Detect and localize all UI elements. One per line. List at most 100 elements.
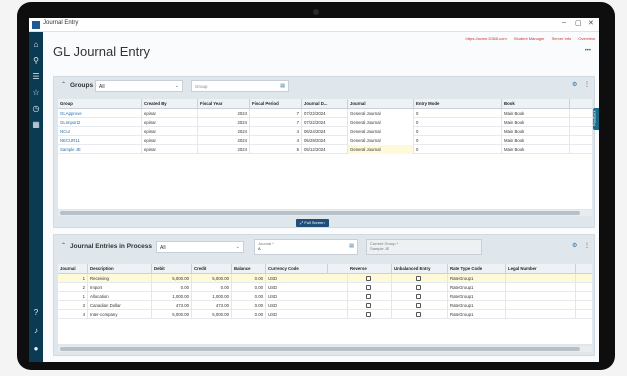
cell-legal-number[interactable] xyxy=(506,310,576,319)
cell-description[interactable]: Inter-company xyxy=(88,310,152,319)
table-row[interactable]: 2 Import 0.00 0.00 0.00 USD RateGroup1 xyxy=(58,283,592,292)
cell-description[interactable]: Canadian Dollar xyxy=(88,301,152,310)
table-row[interactable]: 1 Receiving 5,000.00 5,000.00 0.00 USD R… xyxy=(58,274,592,283)
col-journal-date[interactable]: Journal D... xyxy=(302,99,348,109)
table-row[interactable]: 1 Allocation 1,000.00 1,000.00 0.00 USD … xyxy=(58,292,592,301)
cell-debit[interactable]: 0.00 xyxy=(152,283,192,292)
col-credit[interactable]: Credit xyxy=(192,264,232,274)
grid-icon[interactable]: ▦ xyxy=(29,120,43,130)
scrollbar-thumb[interactable] xyxy=(60,347,580,351)
bell-icon[interactable]: ♪ xyxy=(29,326,43,336)
cell-rate-type-code[interactable]: RateGroup1 xyxy=(448,310,506,319)
help-icon[interactable]: ? xyxy=(29,308,43,318)
cell-legal-number[interactable] xyxy=(506,301,576,310)
cell-currency-code[interactable]: USD xyxy=(266,274,348,283)
list-icon[interactable]: ☰ xyxy=(29,72,43,82)
cell-currency-code[interactable]: USD xyxy=(266,310,348,319)
col-description[interactable]: Description xyxy=(88,264,152,274)
reverse-checkbox[interactable] xyxy=(366,303,371,308)
cell-legal-number[interactable] xyxy=(506,283,576,292)
table-row[interactable]: GLApprove epinar 2024 7 07/22/2024 Gener… xyxy=(58,109,592,118)
col-group[interactable]: Group xyxy=(58,99,142,109)
cell-rate-type-code[interactable]: RateGroup1 xyxy=(448,274,506,283)
cell-debit[interactable]: 5,000.00 xyxy=(152,274,192,283)
cell-currency-code[interactable]: USD xyxy=(266,301,348,310)
cell-legal-number[interactable] xyxy=(506,274,576,283)
col-unbalanced-entry[interactable]: Unbalanced Entry xyxy=(392,264,448,274)
reverse-checkbox[interactable] xyxy=(366,294,371,299)
entries-more-icon[interactable]: ⋮ xyxy=(584,242,590,249)
gear-icon[interactable]: ⚙ xyxy=(572,81,577,88)
table-row[interactable]: NECUR11 epinar 2024 4 05/29/2024 General… xyxy=(58,136,592,145)
maximize-button[interactable]: ▢ xyxy=(575,19,582,27)
col-currency-code[interactable]: Currency Code xyxy=(266,264,328,274)
groups-filter-select[interactable]: All ⌄ xyxy=(95,80,183,92)
table-row[interactable]: GLImport2 epinar 2024 7 07/22/2024 Gener… xyxy=(58,118,592,127)
recent-icon[interactable]: ◷ xyxy=(29,104,43,114)
header-link-url[interactable]: https://acme.D365.com xyxy=(466,36,507,41)
table-row[interactable]: Sample JE epinar 2024 5 05/12/2024 Gener… xyxy=(58,145,592,154)
col-fiscal-year[interactable]: Fiscal Year xyxy=(198,99,250,109)
page-more-button[interactable]: ••• xyxy=(585,48,591,54)
user-icon[interactable]: ● xyxy=(29,344,43,354)
cell-rate-type-code[interactable]: RateGroup1 xyxy=(448,292,506,301)
col-created-by[interactable]: Created By xyxy=(142,99,198,109)
gear-icon[interactable]: ⚙ xyxy=(572,242,577,249)
col-balance[interactable]: Balance xyxy=(232,264,266,274)
unbalanced-checkbox[interactable] xyxy=(416,285,421,290)
collapse-caret-icon[interactable]: ⌃ xyxy=(61,242,66,249)
reverse-checkbox[interactable] xyxy=(366,285,371,290)
group-search-input[interactable]: Group ▤ xyxy=(191,80,289,92)
cell-rate-type-code[interactable]: RateGroup1 xyxy=(448,301,506,310)
cell-group[interactable]: NECUR11 xyxy=(58,136,142,145)
collapse-caret-icon[interactable]: ⌃ xyxy=(61,81,66,88)
minimize-button[interactable]: – xyxy=(562,19,566,26)
search-icon[interactable]: ⚲ xyxy=(29,56,43,66)
entries-filter-select[interactable]: All ⌄ xyxy=(156,241,244,253)
cell-group[interactable]: Sample JE xyxy=(58,145,142,154)
cell-group[interactable]: GLApprove xyxy=(58,109,142,118)
col-debit[interactable]: Debit xyxy=(152,264,192,274)
header-link-server[interactable]: Server Info xyxy=(552,36,572,41)
col-journal[interactable]: Journal xyxy=(348,99,414,109)
cell-credit[interactable]: 473.00 xyxy=(192,301,232,310)
cell-credit[interactable]: 0.00 xyxy=(192,283,232,292)
feedback-tab[interactable]: Feedback xyxy=(593,108,599,130)
entries-horizontal-scrollbar[interactable] xyxy=(58,346,592,352)
unbalanced-checkbox[interactable] xyxy=(416,312,421,317)
table-row[interactable]: 4 Inter-company 5,000.00 5,000.00 0.00 U… xyxy=(58,310,592,319)
cell-description[interactable]: Receiving xyxy=(88,274,152,283)
col-fiscal-period[interactable]: Fiscal Period xyxy=(250,99,302,109)
table-row[interactable]: 3 Canadian Dollar 473.00 473.00 0.00 USD… xyxy=(58,301,592,310)
cell-currency-code[interactable]: USD xyxy=(266,283,348,292)
unbalanced-checkbox[interactable] xyxy=(416,276,421,281)
cell-debit[interactable]: 1,000.00 xyxy=(152,292,192,301)
lookup-icon[interactable]: ▤ xyxy=(349,244,354,249)
table-row[interactable]: NCur epinar 2024 4 06/24/2024 General Jo… xyxy=(58,127,592,136)
col-entry-mode[interactable]: Entry Mode xyxy=(414,99,502,109)
header-link-user[interactable]: Student Manager xyxy=(514,36,545,41)
cell-group[interactable]: NCur xyxy=(58,127,142,136)
cell-debit[interactable]: 473.00 xyxy=(152,301,192,310)
cell-currency-code[interactable]: USD xyxy=(266,292,348,301)
col-book[interactable]: Book xyxy=(502,99,570,109)
cell-group[interactable]: GLImport2 xyxy=(58,118,142,127)
unbalanced-checkbox[interactable] xyxy=(416,303,421,308)
cell-credit[interactable]: 5,000.00 xyxy=(192,274,232,283)
home-icon[interactable]: ⌂ xyxy=(29,40,43,50)
cell-description[interactable]: Allocation xyxy=(88,292,152,301)
col-rate-type-code[interactable]: Rate Type Code xyxy=(448,264,506,274)
scrollbar-thumb[interactable] xyxy=(60,211,580,215)
star-icon[interactable]: ☆ xyxy=(29,88,43,98)
journal-field[interactable]: Journal * A ▤ xyxy=(254,239,358,255)
groups-more-icon[interactable]: ⋮ xyxy=(584,81,590,88)
groups-horizontal-scrollbar[interactable] xyxy=(58,210,592,216)
col-journal[interactable]: Journal xyxy=(58,264,88,274)
cell-credit[interactable]: 5,000.00 xyxy=(192,310,232,319)
cell-debit[interactable]: 5,000.00 xyxy=(152,310,192,319)
reverse-checkbox[interactable] xyxy=(366,276,371,281)
close-button[interactable]: ✕ xyxy=(588,19,594,27)
full-screen-button[interactable]: ⤢ Full Screen xyxy=(296,219,329,227)
col-legal-number[interactable]: Legal Number xyxy=(506,264,576,274)
header-link-overview[interactable]: Overview xyxy=(578,36,595,41)
